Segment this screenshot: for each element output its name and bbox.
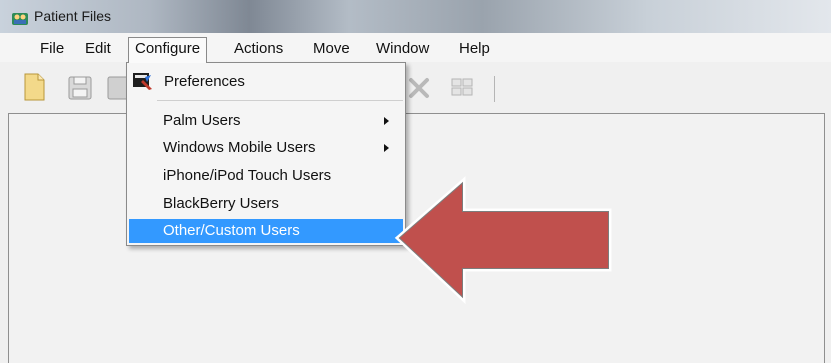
grid-view-icon[interactable] xyxy=(448,72,476,102)
app-icon xyxy=(12,13,28,25)
callout-arrow-icon xyxy=(394,176,612,304)
menu-item-label: Other/Custom Users xyxy=(163,222,300,239)
window-title: Patient Files xyxy=(34,8,112,24)
menu-item-palm-users[interactable]: Palm Users xyxy=(129,108,403,134)
menu-bar: File Edit Configure Actions Move Window … xyxy=(0,33,831,63)
title-bar: Patient Files xyxy=(0,0,831,33)
delete-icon[interactable] xyxy=(406,72,434,102)
preferences-icon xyxy=(133,73,152,90)
menu-edit[interactable]: Edit xyxy=(79,38,117,60)
menu-item-blackberry-users[interactable]: BlackBerry Users xyxy=(129,191,403,217)
save-icon[interactable] xyxy=(66,72,94,102)
menu-item-label: Palm Users xyxy=(163,112,241,129)
menu-configure[interactable]: Configure xyxy=(128,37,208,63)
menu-item-label: BlackBerry Users xyxy=(163,195,279,212)
toolbar-separator xyxy=(494,76,495,102)
menu-actions[interactable]: Actions xyxy=(228,38,289,60)
menu-separator xyxy=(157,100,403,101)
menu-item-preferences[interactable]: Preferences xyxy=(129,69,403,95)
app-window: Patient Files File Edit Configure Action… xyxy=(0,0,831,363)
toolbar xyxy=(0,62,831,112)
configure-dropdown-menu: Preferences Palm Users Windows Mobile Us… xyxy=(126,62,406,246)
menu-move[interactable]: Move xyxy=(307,38,356,60)
menu-window[interactable]: Window xyxy=(370,38,435,60)
menu-item-label: Windows Mobile Users xyxy=(163,139,316,156)
menu-help[interactable]: Help xyxy=(453,38,496,60)
submenu-arrow-icon xyxy=(384,117,389,125)
menu-item-windows-mobile-users[interactable]: Windows Mobile Users xyxy=(129,135,403,161)
menu-file[interactable]: File xyxy=(34,38,70,60)
menu-item-iphone-users[interactable]: iPhone/iPod Touch Users xyxy=(129,163,403,189)
menu-item-label: Preferences xyxy=(164,73,245,90)
submenu-arrow-icon xyxy=(384,144,389,152)
menu-item-label: iPhone/iPod Touch Users xyxy=(163,167,332,184)
menu-item-other-custom-users[interactable]: Other/Custom Users xyxy=(129,219,403,243)
new-file-icon[interactable] xyxy=(20,72,48,102)
